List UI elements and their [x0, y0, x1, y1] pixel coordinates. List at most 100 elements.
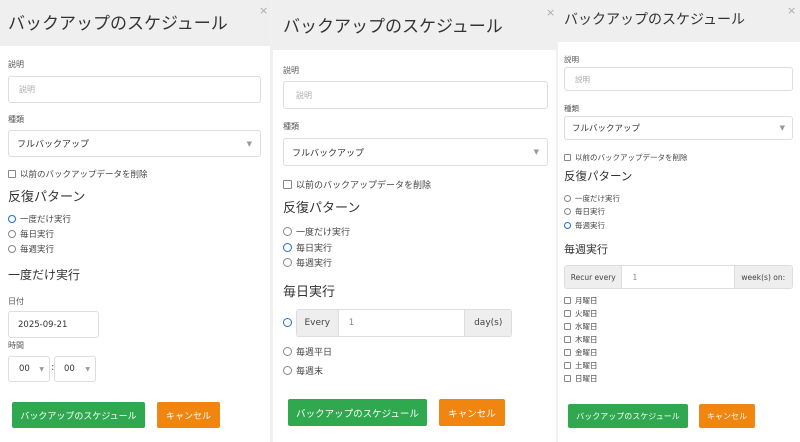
days-unit-label: day(s) — [464, 310, 511, 336]
radio-daily[interactable]: 毎日実行 — [564, 206, 605, 217]
checkbox-icon — [564, 336, 571, 343]
type-select[interactable]: フルバックアップ ▼ — [8, 130, 261, 157]
description-input[interactable]: 説明 — [564, 67, 793, 91]
section-heading: 毎日実行 — [283, 285, 336, 300]
dialog-header: バックアップのスケジュール × — [558, 0, 800, 42]
close-icon[interactable]: × — [787, 5, 796, 16]
close-icon[interactable]: × — [259, 5, 268, 16]
close-icon[interactable]: × — [546, 7, 555, 18]
description-input[interactable]: 説明 — [8, 76, 261, 103]
day-label: 日曜日 — [575, 374, 598, 383]
radio-once[interactable]: 一度だけ実行 — [8, 213, 71, 225]
type-select-value: フルバックアップ — [572, 124, 641, 134]
radio-icon — [283, 366, 292, 375]
schedule-backup-button[interactable]: バックアップのスケジュール — [12, 402, 145, 428]
radio-weekly-label: 毎週実行 — [296, 259, 333, 269]
radio-selected-icon — [8, 215, 16, 223]
schedule-backup-button[interactable]: バックアップのスケジュール — [568, 404, 688, 428]
radio-selected-icon — [283, 243, 292, 252]
radio-weekly[interactable]: 毎週実行 — [564, 220, 605, 231]
day-label: 水曜日 — [575, 322, 598, 331]
recur-every-label: Recur every — [565, 266, 623, 288]
radio-every-n-days[interactable] — [283, 318, 292, 327]
pattern-heading: 反復パターン — [8, 190, 86, 205]
radio-weekly[interactable]: 毎週実行 — [8, 243, 54, 255]
type-select-value: フルバックアップ — [292, 148, 365, 159]
radio-once[interactable]: 一度だけ実行 — [283, 225, 350, 238]
recur-every-group: Recur every 1 week(s) on: — [564, 265, 793, 289]
type-select[interactable]: フルバックアップ ▼ — [283, 138, 548, 166]
date-input[interactable]: 2025-09-21 — [8, 311, 99, 338]
checkbox-icon — [564, 349, 571, 356]
day-checkbox-wednesday[interactable]: 水曜日 — [564, 321, 598, 332]
schedule-backup-button[interactable]: バックアップのスケジュール — [288, 399, 427, 426]
radio-weekends-label: 毎週末 — [296, 367, 324, 377]
weeks-unit-label: week(s) on: — [733, 266, 792, 288]
radio-icon — [8, 230, 16, 238]
delete-previous-checkbox[interactable]: 以前のバックアップデータを削除 — [8, 168, 148, 180]
recur-every-input[interactable]: 1 — [622, 266, 734, 288]
description-input[interactable]: 説明 — [283, 81, 548, 109]
day-checkbox-friday[interactable]: 金曜日 — [564, 347, 598, 358]
day-label: 月曜日 — [575, 296, 598, 305]
hour-select[interactable]: 00 ▼ — [8, 356, 50, 382]
day-checkbox-thursday[interactable]: 木曜日 — [564, 334, 598, 345]
day-label: 金曜日 — [575, 348, 598, 357]
delete-previous-checkbox[interactable]: 以前のバックアップデータを削除 — [564, 152, 688, 163]
every-days-group: Every 1 day(s) — [296, 309, 512, 337]
day-label: 木曜日 — [575, 335, 598, 344]
checkbox-icon — [564, 154, 571, 161]
section-heading: 毎週実行 — [564, 243, 608, 256]
checkbox-icon — [283, 180, 292, 189]
radio-weekly-label: 毎週実行 — [20, 245, 55, 255]
chevron-down-icon: ▼ — [39, 365, 44, 373]
chevron-down-icon: ▼ — [779, 124, 785, 132]
type-label: 種類 — [283, 122, 299, 131]
delete-previous-label: 以前のバックアップデータを削除 — [575, 153, 688, 162]
type-label: 種類 — [564, 104, 579, 113]
radio-icon — [564, 208, 571, 215]
dialog-title: バックアップのスケジュール — [564, 12, 746, 28]
checkbox-icon — [564, 310, 571, 317]
date-label: 日付 — [8, 297, 24, 306]
radio-once[interactable]: 一度だけ実行 — [564, 193, 620, 204]
checkbox-icon — [564, 375, 571, 382]
type-label: 種類 — [8, 115, 24, 124]
radio-once-label: 一度だけ実行 — [575, 194, 620, 203]
radio-icon — [564, 195, 571, 202]
delete-previous-checkbox[interactable]: 以前のバックアップデータを削除 — [283, 178, 431, 191]
cancel-button[interactable]: キャンセル — [439, 399, 505, 426]
section-heading: 一度だけ実行 — [8, 268, 81, 282]
radio-selected-icon — [564, 222, 571, 229]
day-checkbox-tuesday[interactable]: 火曜日 — [564, 308, 598, 319]
description-label: 説明 — [283, 66, 299, 75]
radio-weekly[interactable]: 毎週実行 — [283, 256, 332, 269]
type-select[interactable]: フルバックアップ ▼ — [564, 116, 793, 140]
dialog-header: バックアップのスケジュール × — [0, 0, 270, 46]
every-label: Every — [297, 310, 339, 336]
dialog-title: バックアップのスケジュール — [283, 17, 503, 37]
cancel-button[interactable]: キャンセル — [157, 402, 220, 428]
day-checkbox-monday[interactable]: 月曜日 — [564, 295, 598, 306]
cancel-button[interactable]: キャンセル — [699, 404, 755, 428]
radio-daily[interactable]: 毎日実行 — [283, 241, 332, 254]
radio-selected-icon — [283, 318, 292, 327]
chevron-down-icon: ▼ — [533, 148, 539, 156]
day-label: 火曜日 — [575, 309, 598, 318]
day-checkbox-sunday[interactable]: 日曜日 — [564, 373, 598, 384]
every-days-input[interactable]: 1 — [338, 310, 465, 336]
radio-weekends[interactable]: 毎週末 — [283, 364, 323, 377]
checkbox-icon — [564, 323, 571, 330]
radio-icon — [283, 258, 292, 267]
radio-icon — [8, 245, 16, 253]
radio-once-label: 一度だけ実行 — [20, 215, 72, 225]
schedule-dialog-weekly: バックアップのスケジュール × 説明 説明 種類 フルバックアップ ▼ 以前のバ… — [558, 0, 800, 442]
radio-daily[interactable]: 毎日実行 — [8, 228, 54, 240]
pattern-heading: 反復パターン — [564, 169, 633, 183]
radio-icon — [283, 227, 292, 236]
radio-weekdays[interactable]: 毎週平日 — [283, 345, 332, 358]
day-label: 土曜日 — [575, 361, 598, 370]
day-checkbox-saturday[interactable]: 土曜日 — [564, 360, 598, 371]
time-label: 時間 — [8, 341, 24, 350]
minute-select[interactable]: 00 ▼ — [54, 356, 96, 382]
